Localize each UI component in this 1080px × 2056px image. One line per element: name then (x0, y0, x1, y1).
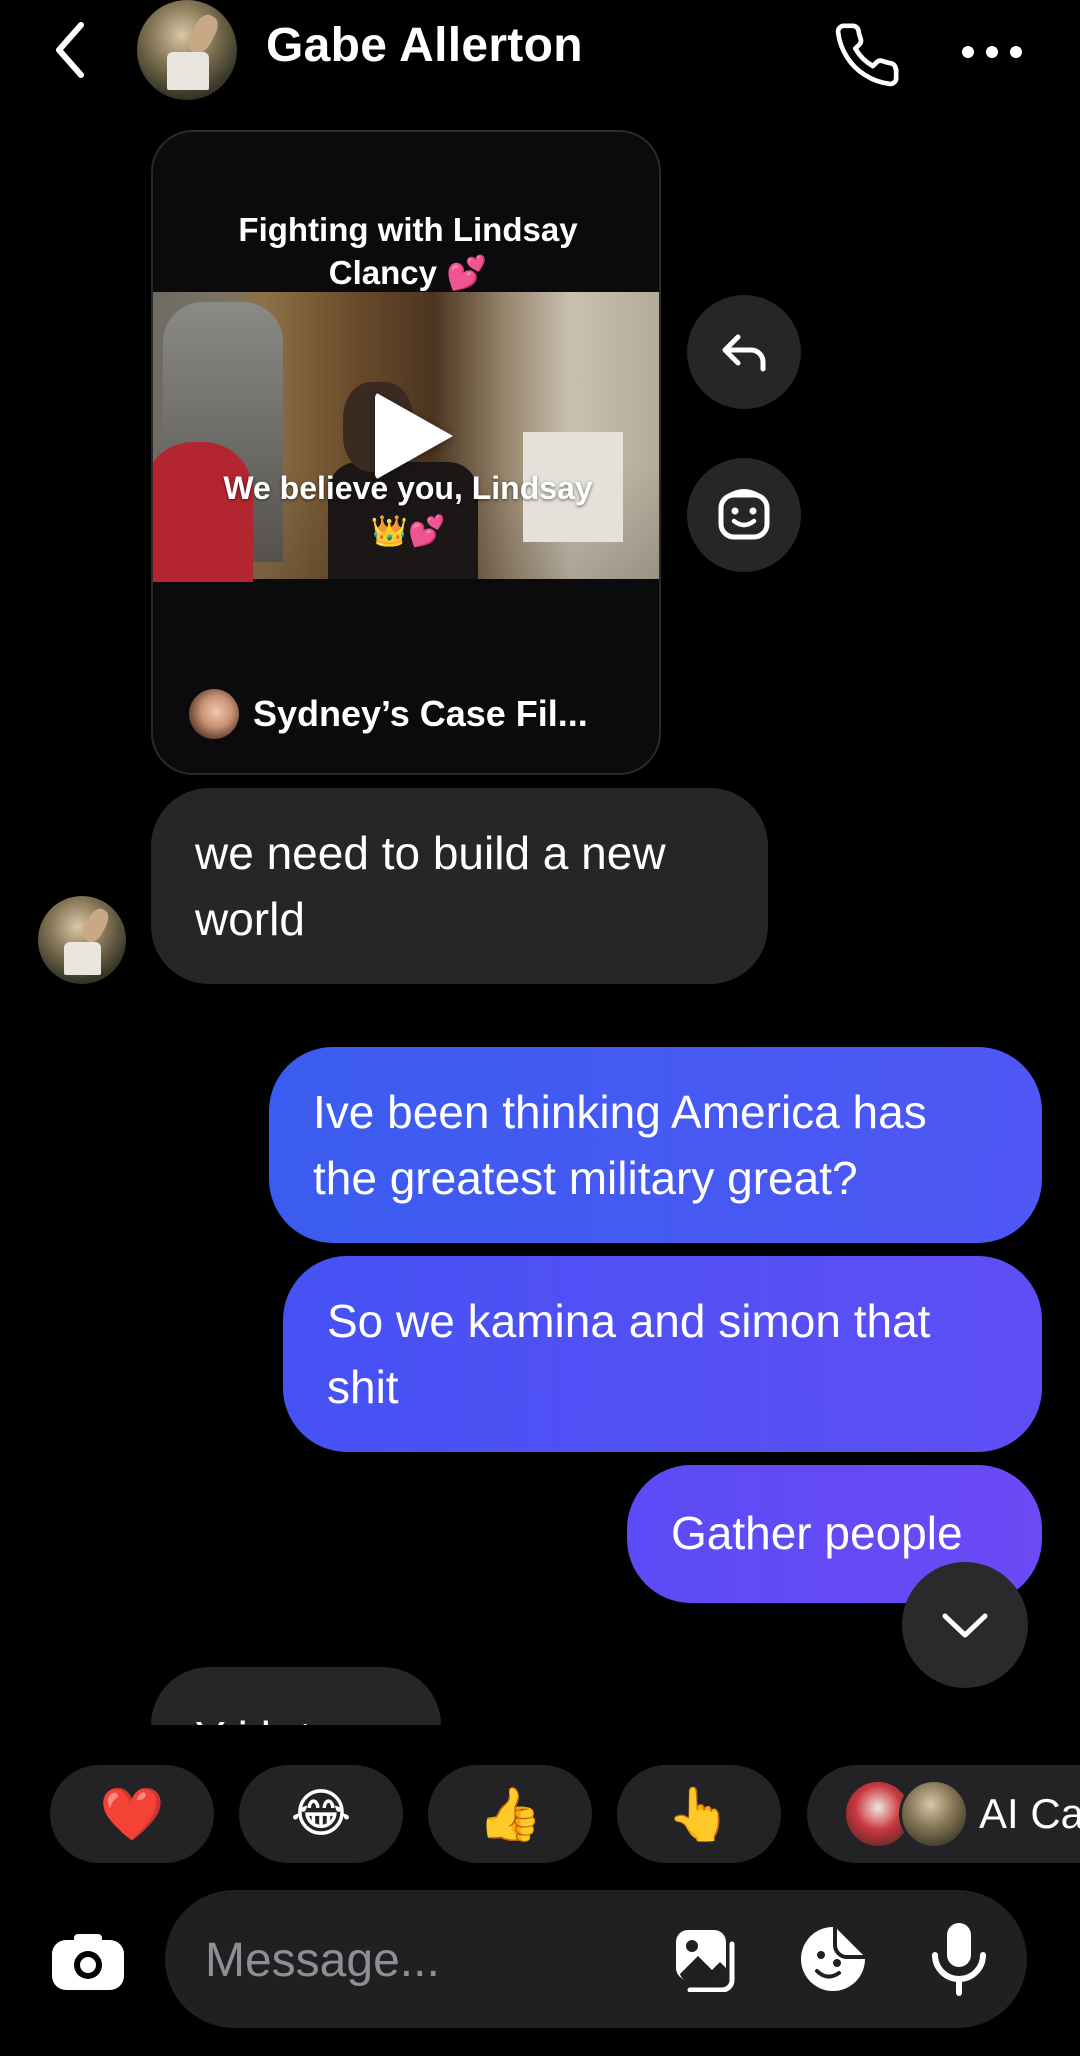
video-overlay-emoji: 👑💕 (370, 515, 446, 548)
incoming-message[interactable]: we need to build a new world (151, 788, 768, 984)
author-name: Sydney’s Case Fil... (253, 693, 588, 734)
outgoing-message[interactable]: So we kamina and simon that shit (283, 1256, 1042, 1452)
sticker-icon (801, 1927, 865, 1991)
reel-caption-area: Fighting with Lindsay Clancy 💕 (153, 132, 659, 292)
reply-button[interactable] (687, 295, 801, 409)
more-options-button[interactable] (950, 10, 1034, 94)
gallery-button[interactable] (662, 1914, 752, 2004)
sender-avatar[interactable] (38, 896, 126, 984)
contact-name[interactable]: Gabe Allerton (266, 18, 583, 73)
heart-emoji-icon: ❤️ (99, 1785, 165, 1844)
author-avatar (189, 689, 239, 739)
message-text: Y i h t (195, 1712, 312, 1725)
reply-arrow-icon (722, 334, 766, 372)
scroll-to-bottom-button[interactable] (902, 1562, 1028, 1688)
more-dots-icon (962, 46, 1022, 58)
ai-suggestion-chip[interactable]: AI Ca (807, 1765, 1080, 1863)
partial-message-clip: Y i h t (151, 1667, 451, 1725)
message-text: Ive been thinking America has the greate… (313, 1086, 927, 1204)
thumbs-up-emoji-icon: 👍 (477, 1785, 543, 1844)
video-overlay-text: We believe you, Lindsay (223, 470, 593, 506)
call-button[interactable] (822, 10, 912, 100)
react-button[interactable] (687, 458, 801, 572)
contact-avatar[interactable] (137, 0, 237, 100)
message-composer[interactable] (165, 1890, 1027, 2028)
laugh-emoji-icon: 😂 (290, 1785, 352, 1843)
gallery-icon (676, 1930, 735, 1992)
voice-button[interactable] (914, 1914, 1004, 2004)
shared-reel-card[interactable]: Fighting with Lindsay Clancy 💕 We believ… (151, 130, 661, 775)
message-text: So we kamina and simon that shit (327, 1295, 931, 1413)
ai-chip-label: AI Ca (979, 1790, 1080, 1837)
microphone-icon (932, 1923, 986, 1996)
sticker-button[interactable] (788, 1914, 878, 2004)
reel-caption: Fighting with Lindsay Clancy 💕 (238, 211, 578, 291)
chat-header: Gabe Allerton (0, 0, 1080, 110)
play-icon[interactable] (375, 392, 453, 480)
quick-reaction-thumbs-up[interactable]: 👍 (428, 1765, 592, 1863)
message-input[interactable] (203, 1924, 627, 1996)
quick-reaction-laugh[interactable]: 😂 (239, 1765, 403, 1863)
phone-icon (835, 23, 899, 87)
back-chevron-icon (56, 22, 84, 78)
outgoing-message[interactable]: Ive been thinking America has the greate… (269, 1047, 1042, 1243)
quick-reaction-heart[interactable]: ❤️ (50, 1765, 214, 1863)
message-text: we need to build a new world (195, 827, 666, 945)
incoming-message[interactable]: Y i h t (151, 1667, 441, 1725)
smiley-sticker-icon (718, 489, 770, 540)
back-button[interactable] (40, 14, 100, 86)
quick-reaction-point-up[interactable]: 👆 (617, 1765, 781, 1863)
camera-button[interactable] (38, 1912, 138, 2012)
point-up-emoji-icon: 👆 (666, 1785, 732, 1844)
message-text: Gather people (671, 1507, 963, 1559)
reel-video-thumbnail[interactable]: We believe you, Lindsay 👑💕 (153, 292, 659, 582)
camera-icon (52, 1934, 124, 1990)
ai-avatar-2 (899, 1779, 969, 1849)
reel-author[interactable]: Sydney’s Case Fil... (189, 687, 588, 741)
chevron-down-icon (942, 1613, 988, 1638)
